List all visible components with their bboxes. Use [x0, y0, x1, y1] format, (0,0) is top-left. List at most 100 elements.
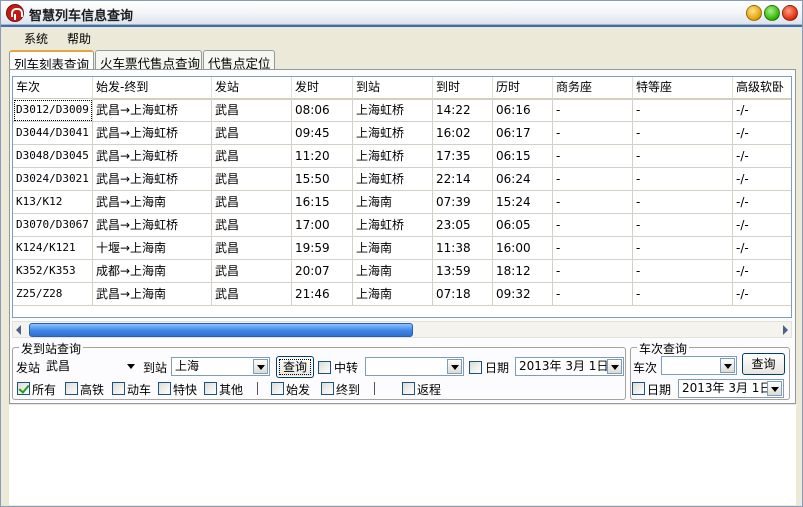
cell-arrive-station[interactable]: 上海虹桥: [353, 122, 433, 145]
cell-business[interactable]: -: [553, 122, 633, 145]
transfer-checkbox[interactable]: [318, 361, 331, 374]
cell-arrive-time[interactable]: 14:22: [433, 99, 493, 122]
filter-emu-checkbox[interactable]: [112, 382, 125, 395]
table-row[interactable]: D3070/D3067 武昌→上海虹桥 武昌 17:00 上海虹桥 23:05 06:05-…: [13, 214, 791, 237]
table-row[interactable]: D3044/D3041 武昌→上海虹桥 武昌 09:45 上海虹桥 16:02 06:17-…: [13, 122, 791, 145]
cell-business[interactable]: -: [553, 237, 633, 260]
cell-duration[interactable]: 18:12: [493, 260, 553, 283]
cell-arrive-station[interactable]: 上海虹桥: [353, 99, 433, 122]
filter-return-checkbox[interactable]: [402, 382, 415, 395]
cell-depart-station[interactable]: 武昌: [212, 260, 292, 283]
scroll-right-arrow-icon[interactable]: [783, 325, 788, 335]
cell-soft-sleeper[interactable]: -/-: [733, 237, 791, 260]
cell-premium[interactable]: -: [633, 99, 733, 122]
cell-soft-sleeper[interactable]: -/-: [733, 99, 791, 122]
cell-train[interactable]: K124/K121: [13, 237, 93, 260]
cell-train[interactable]: K13/K12: [13, 191, 93, 214]
cell-arrive-time[interactable]: 07:39: [433, 191, 493, 214]
cell-train[interactable]: D3024/D3021: [13, 168, 93, 191]
col-header-train[interactable]: 车次: [13, 77, 93, 100]
cell-soft-sleeper[interactable]: -/-: [733, 122, 791, 145]
filter-origin-checkbox[interactable]: [271, 382, 284, 395]
cell-route[interactable]: 十堰→上海南: [93, 237, 212, 260]
tab-agency-location[interactable]: 代售点定位: [203, 50, 275, 71]
cell-depart-station[interactable]: 武昌: [212, 99, 292, 122]
cell-arrive-station[interactable]: 上海南: [353, 283, 433, 306]
table-row[interactable]: K352/K353 成都→上海南 武昌 20:07 上海南 13:59 18:12- - -/-: [13, 260, 791, 283]
cell-soft-sleeper[interactable]: -/-: [733, 283, 791, 306]
cell-arrive-time[interactable]: 17:35: [433, 145, 493, 168]
col-header-arrive-station[interactable]: 到站: [353, 77, 433, 100]
cell-duration[interactable]: 16:00: [493, 237, 553, 260]
filter-other-checkbox[interactable]: [204, 382, 217, 395]
maximize-button[interactable]: [764, 5, 780, 21]
cell-arrive-time[interactable]: 07:18: [433, 283, 493, 306]
col-header-soft-sleeper[interactable]: 高级软卧: [733, 77, 791, 100]
table-row[interactable]: Z25/Z28 武昌→上海南 武昌 21:46 上海南 07:18 09:32- - -/-: [13, 283, 791, 306]
col-header-route[interactable]: 始发-终到: [93, 77, 212, 100]
cell-business[interactable]: -: [553, 191, 633, 214]
col-header-duration[interactable]: 历时: [493, 77, 553, 100]
cell-premium[interactable]: -: [633, 283, 733, 306]
cell-business[interactable]: -: [553, 168, 633, 191]
cell-business[interactable]: -: [553, 214, 633, 237]
cell-arrive-station[interactable]: 上海南: [353, 237, 433, 260]
cell-train[interactable]: D3070/D3067: [13, 214, 93, 237]
cell-depart-station[interactable]: 武昌: [212, 237, 292, 260]
cell-arrive-time[interactable]: 23:05: [433, 214, 493, 237]
cell-business[interactable]: -: [553, 260, 633, 283]
table-row[interactable]: D3048/D3045 武昌→上海虹桥 武昌 11:20 上海虹桥 17:35 06:15-…: [13, 145, 791, 168]
transfer-select[interactable]: [365, 357, 464, 376]
cell-route[interactable]: 武昌→上海虹桥: [93, 99, 212, 122]
train-number-select[interactable]: [661, 356, 737, 375]
filter-high-speed-checkbox[interactable]: [65, 382, 78, 395]
cell-arrive-station[interactable]: 上海南: [353, 260, 433, 283]
cell-soft-sleeper[interactable]: -/-: [733, 260, 791, 283]
cell-depart-station[interactable]: 武昌: [212, 214, 292, 237]
cell-duration[interactable]: 06:24: [493, 168, 553, 191]
table-row[interactable]: K124/K121 十堰→上海南 武昌 19:59 上海南 11:38 16:00- - -/-: [13, 237, 791, 260]
cell-duration[interactable]: 06:17: [493, 122, 553, 145]
cell-depart-time[interactable]: 21:46: [292, 283, 353, 306]
cell-business[interactable]: -: [553, 145, 633, 168]
close-button[interactable]: [782, 5, 798, 21]
to-station-select[interactable]: 上海: [171, 357, 270, 376]
cell-duration[interactable]: 06:05: [493, 214, 553, 237]
cell-duration[interactable]: 06:15: [493, 145, 553, 168]
train-date-dropdown-icon[interactable]: [767, 381, 782, 396]
cell-arrive-station[interactable]: 上海南: [353, 191, 433, 214]
cell-depart-time[interactable]: 08:06: [292, 99, 353, 122]
cell-business[interactable]: -: [553, 99, 633, 122]
train-query-button[interactable]: 查询: [742, 353, 785, 375]
cell-depart-time[interactable]: 19:59: [292, 237, 353, 260]
cell-route[interactable]: 武昌→上海南: [93, 191, 212, 214]
cell-depart-time[interactable]: 17:00: [292, 214, 353, 237]
cell-soft-sleeper[interactable]: -/-: [733, 214, 791, 237]
table-row[interactable]: D3012/D3009 武昌→上海虹桥 武昌 08:06 上海虹桥 14:22 06:16-…: [13, 99, 791, 122]
cell-route[interactable]: 武昌→上海虹桥: [93, 145, 212, 168]
cell-depart-time[interactable]: 09:45: [292, 122, 353, 145]
cell-depart-time[interactable]: 20:07: [292, 260, 353, 283]
cell-arrive-station[interactable]: 上海虹桥: [353, 214, 433, 237]
cell-soft-sleeper[interactable]: -/-: [733, 191, 791, 214]
cell-depart-time[interactable]: 11:20: [292, 145, 353, 168]
col-header-depart-station[interactable]: 发站: [212, 77, 292, 100]
cell-depart-station[interactable]: 武昌: [212, 191, 292, 214]
cell-arrive-station[interactable]: 上海虹桥: [353, 145, 433, 168]
cell-train[interactable]: D3012/D3009: [13, 99, 93, 122]
cell-arrive-time[interactable]: 13:59: [433, 260, 493, 283]
cell-route[interactable]: 武昌→上海南: [93, 283, 212, 306]
menu-help[interactable]: 帮助: [67, 30, 91, 47]
table-row[interactable]: K13/K12 武昌→上海南 武昌 16:15 上海南 07:39 15:24- - -/-: [13, 191, 791, 214]
title-bar[interactable]: 智慧列车信息查询: [1, 1, 802, 25]
cell-business[interactable]: -: [553, 283, 633, 306]
cell-route[interactable]: 成都→上海南: [93, 260, 212, 283]
date-checkbox[interactable]: [469, 361, 482, 374]
cell-duration[interactable]: 15:24: [493, 191, 553, 214]
filter-terminal-checkbox[interactable]: [321, 382, 334, 395]
transfer-dropdown-icon[interactable]: [447, 359, 462, 374]
scroll-left-arrow-icon[interactable]: [16, 325, 21, 335]
cell-route[interactable]: 武昌→上海虹桥: [93, 214, 212, 237]
cell-train[interactable]: Z25/Z28: [13, 283, 93, 306]
cell-depart-station[interactable]: 武昌: [212, 122, 292, 145]
